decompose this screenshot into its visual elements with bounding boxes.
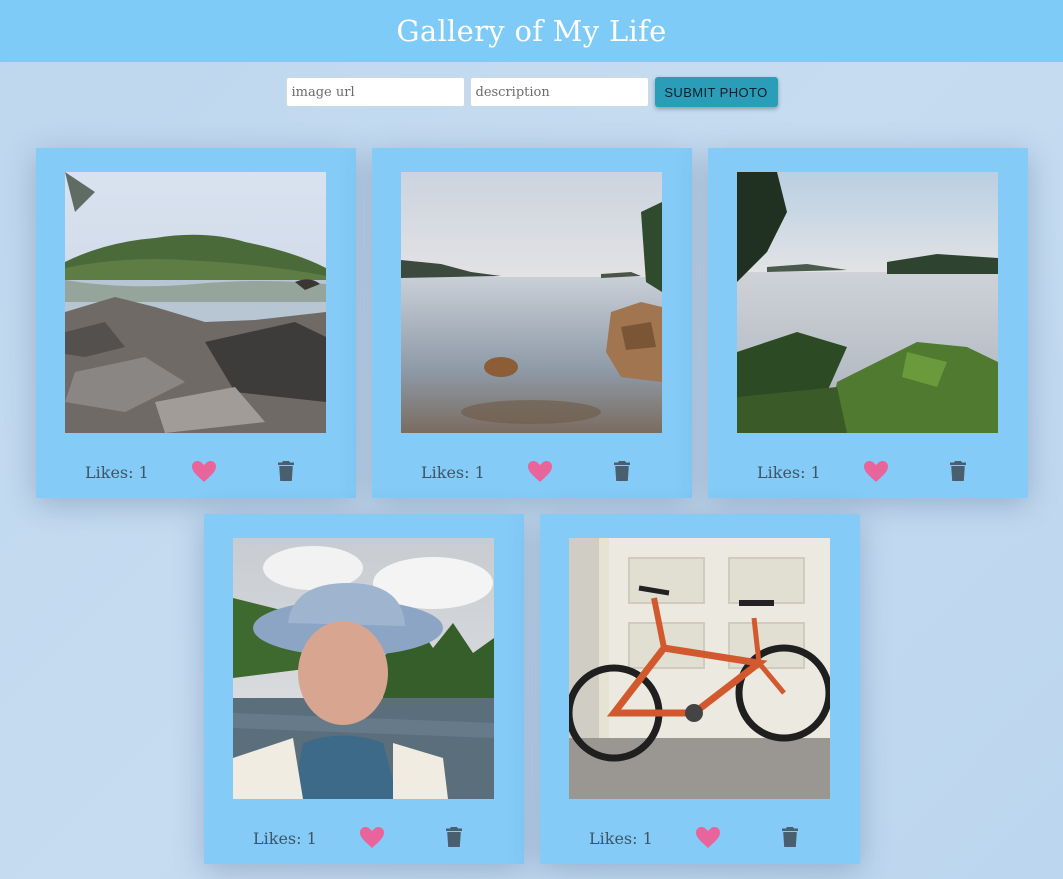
trash-icon[interactable] <box>950 461 966 481</box>
heart-icon[interactable] <box>528 461 552 483</box>
trash-icon[interactable] <box>614 461 630 481</box>
card-footer: Likes: 1 <box>36 458 356 488</box>
description-input[interactable] <box>469 77 649 107</box>
photo-card: Likes: 1 <box>36 148 356 498</box>
photo-image <box>401 172 662 433</box>
likes-count: Likes: 1 <box>757 463 821 482</box>
photo-bike <box>569 538 830 799</box>
photo-image <box>737 172 998 433</box>
photo-card: Likes: 1 <box>204 514 524 864</box>
photo-image <box>65 172 326 433</box>
heart-icon[interactable] <box>360 827 384 849</box>
page-title: Gallery of My Life <box>396 14 667 48</box>
photo-selfie <box>233 538 494 799</box>
card-footer: Likes: 1 <box>372 458 692 488</box>
heart-icon[interactable] <box>696 827 720 849</box>
card-footer: Likes: 1 <box>540 824 860 854</box>
photo-image <box>569 538 830 799</box>
heart-icon[interactable] <box>864 461 888 483</box>
submit-photo-button[interactable]: SUBMIT PHOTO <box>654 77 778 107</box>
photo-rocky-shore <box>65 172 326 433</box>
trash-icon[interactable] <box>446 827 462 847</box>
heart-icon[interactable] <box>192 461 216 483</box>
photo-image <box>233 538 494 799</box>
photo-card: Likes: 1 <box>540 514 860 864</box>
trash-icon[interactable] <box>278 461 294 481</box>
likes-count: Likes: 1 <box>421 463 485 482</box>
card-footer: Likes: 1 <box>708 458 1028 488</box>
photo-misty-lake <box>737 172 998 433</box>
likes-count: Likes: 1 <box>85 463 149 482</box>
likes-count: Likes: 1 <box>253 829 317 848</box>
photo-calm-lake <box>401 172 662 433</box>
add-photo-form: SUBMIT PHOTO <box>0 77 1063 107</box>
photo-card: Likes: 1 <box>372 148 692 498</box>
photo-card: Likes: 1 <box>708 148 1028 498</box>
trash-icon[interactable] <box>782 827 798 847</box>
image-url-input[interactable] <box>285 77 465 107</box>
card-footer: Likes: 1 <box>204 824 524 854</box>
likes-count: Likes: 1 <box>589 829 653 848</box>
app-header: Gallery of My Life <box>0 0 1063 62</box>
